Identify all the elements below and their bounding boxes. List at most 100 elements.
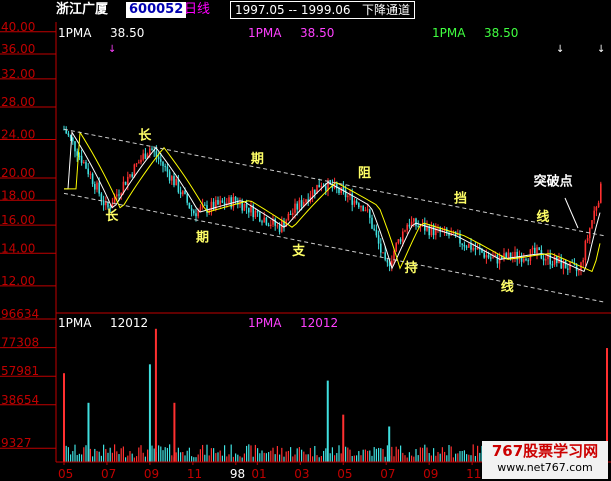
candle-body	[171, 176, 173, 181]
annotation-4: 阻	[358, 166, 371, 181]
volume-bar	[356, 455, 358, 462]
volume-bar	[444, 451, 446, 462]
candle-body	[149, 148, 151, 155]
candle-body	[80, 155, 83, 163]
volume-bar	[283, 456, 285, 462]
annotation-1: 长	[105, 208, 119, 224]
candle-body	[408, 224, 411, 227]
volume-bar	[144, 456, 146, 462]
volume-bar	[316, 455, 318, 462]
volume-bar	[360, 455, 362, 462]
candle-body	[276, 225, 279, 227]
volume-bar	[375, 448, 377, 462]
volume-bar	[268, 452, 270, 462]
volume-bar	[426, 447, 428, 462]
candle-body	[402, 231, 404, 242]
volume-bar	[188, 447, 190, 462]
volume-bar	[219, 450, 221, 462]
volume-bar	[325, 448, 327, 462]
volume-bar	[153, 448, 155, 462]
volume-bar	[393, 456, 395, 462]
candle-body	[83, 162, 85, 164]
volume-bar	[468, 454, 470, 462]
annotation-2: 期	[251, 152, 264, 167]
volume-bar	[347, 447, 349, 462]
price-legend-value-2: 38.50	[484, 26, 518, 40]
volume-bar	[89, 448, 91, 462]
annotation-7: 持	[405, 260, 418, 276]
candle-body	[278, 225, 281, 232]
candle-body	[256, 210, 259, 213]
volume-bar	[400, 445, 402, 462]
candle-body	[320, 186, 323, 188]
candle-body	[91, 173, 94, 185]
volume-bar	[81, 454, 83, 462]
volume-bar	[296, 448, 298, 462]
annotation-6: 挡	[454, 191, 467, 207]
volume-tick-label-4: 9327	[1, 436, 32, 450]
volume-bar	[281, 447, 283, 462]
volume-bar	[413, 456, 415, 462]
volume-bar	[158, 445, 160, 462]
volume-bar	[65, 445, 67, 462]
volume-bar	[314, 445, 316, 462]
volume-bar	[338, 445, 340, 462]
candle-body	[483, 252, 485, 258]
volume-bar	[320, 455, 322, 462]
candle-body	[292, 212, 294, 215]
volume-bar	[180, 452, 182, 462]
candle-body	[138, 162, 140, 164]
volume-bar	[380, 448, 382, 462]
volume-bar	[301, 449, 303, 462]
stock-chart[interactable]: 40.00 36.00 32.00 28.00 24.00 20.00 18.00 16.00…	[0, 0, 611, 481]
volume-bar	[78, 453, 80, 462]
candle-body	[124, 181, 127, 185]
candle-body	[485, 255, 488, 258]
candle-body	[96, 182, 98, 190]
candle-body	[325, 186, 327, 191]
volume-bar	[166, 447, 168, 462]
volume-bar	[448, 444, 450, 462]
volume-bar	[287, 450, 289, 462]
candle-body	[85, 162, 87, 169]
price-tick-label-8: 14.00	[1, 241, 35, 255]
volume-bar	[70, 454, 72, 462]
candle-body	[160, 159, 162, 162]
price-tick-label-6: 18.00	[1, 188, 35, 202]
candle-body	[76, 151, 78, 156]
volume-spike-6	[342, 414, 345, 462]
candle-body	[105, 201, 107, 206]
candle-body	[578, 270, 580, 272]
volume-bar	[116, 451, 118, 462]
candle-body	[538, 247, 540, 251]
candle-body	[204, 204, 206, 206]
x-tick-label-9: 09	[423, 467, 438, 481]
candle-body	[177, 179, 180, 193]
candle-body	[362, 206, 364, 211]
volume-bar	[391, 446, 393, 462]
volume-bar	[411, 455, 413, 462]
volume-bar	[136, 456, 138, 462]
volume-bar	[378, 447, 380, 462]
volume-bar	[373, 447, 375, 462]
volume-bar	[285, 451, 287, 462]
candle-body	[144, 153, 147, 159]
candle-body	[523, 259, 525, 262]
candle-body	[344, 189, 347, 198]
volume-spike-7	[388, 426, 391, 462]
candle-body	[219, 200, 221, 205]
volume-bar	[406, 457, 408, 462]
candle-body	[534, 247, 536, 254]
volume-bar	[417, 455, 419, 462]
candle-body	[600, 183, 602, 203]
volume-bar	[272, 447, 274, 462]
candle-body	[393, 251, 395, 261]
candle-body	[459, 234, 461, 244]
candle-body	[94, 184, 96, 190]
candle-body	[168, 171, 171, 181]
candle-body	[424, 223, 426, 231]
volume-spike-2	[154, 328, 157, 462]
candle-body	[505, 253, 507, 259]
candle-body	[102, 200, 105, 206]
x-tick-label-10: 11	[466, 467, 481, 481]
